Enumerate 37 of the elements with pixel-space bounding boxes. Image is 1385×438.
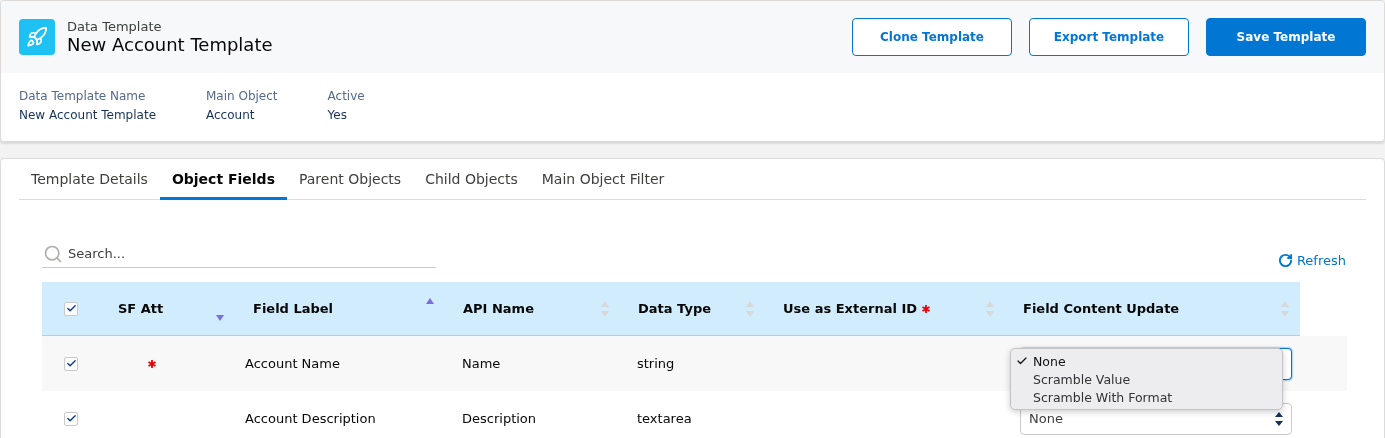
detail-label: Data Template Name — [19, 89, 147, 103]
tab[interactable]: Parent Objects — [286, 159, 414, 200]
detail-value: Account — [206, 108, 256, 122]
column-header[interactable]: SF Att — [100, 282, 235, 336]
page-subtitle: Data Template — [67, 19, 163, 34]
template-button[interactable]: Save Template — [1206, 18, 1366, 56]
column-header[interactable]: Use as External ID — [765, 282, 1005, 336]
tab[interactable]: Object Fields — [159, 159, 287, 200]
column-header[interactable]: Data Type — [620, 282, 765, 336]
column-header[interactable]: Field Label — [235, 282, 445, 336]
dropdown-option[interactable]: None — [1011, 352, 1282, 370]
rocket-icon — [19, 19, 55, 55]
tab[interactable]: Child Objects — [413, 159, 530, 200]
detail-label: Main Object — [206, 89, 278, 103]
select-arrows-icon — [1275, 411, 1283, 426]
detail-value: New Account Template — [19, 108, 156, 122]
dropdown-option[interactable]: Scramble Value — [1011, 370, 1282, 388]
template-button[interactable]: Clone Template — [852, 18, 1012, 56]
table-cell: Account Name — [235, 336, 445, 391]
column-header[interactable]: Field Content Update — [1005, 282, 1300, 336]
table-cell: string — [620, 336, 765, 391]
refresh-icon — [1277, 253, 1293, 268]
sort-up-icon[interactable] — [425, 298, 435, 306]
tab[interactable]: Main Object Filter — [529, 159, 677, 200]
column-header[interactable]: API Name — [445, 282, 620, 336]
refresh-link[interactable]: Refresh — [1277, 253, 1346, 268]
check-icon — [1016, 355, 1028, 367]
table-cell: Name — [445, 336, 620, 391]
sort-down-icon[interactable] — [215, 313, 225, 321]
detail-label: Active — [327, 89, 365, 103]
page-title: New Account Template — [67, 34, 274, 55]
select-all-checkbox[interactable] — [64, 301, 78, 316]
template-button[interactable]: Export Template — [1029, 18, 1189, 56]
row-checkbox[interactable] — [64, 356, 78, 371]
detail-value: Yes — [327, 108, 348, 122]
row-checkbox[interactable] — [64, 411, 78, 426]
tab[interactable]: Template Details — [19, 159, 160, 200]
